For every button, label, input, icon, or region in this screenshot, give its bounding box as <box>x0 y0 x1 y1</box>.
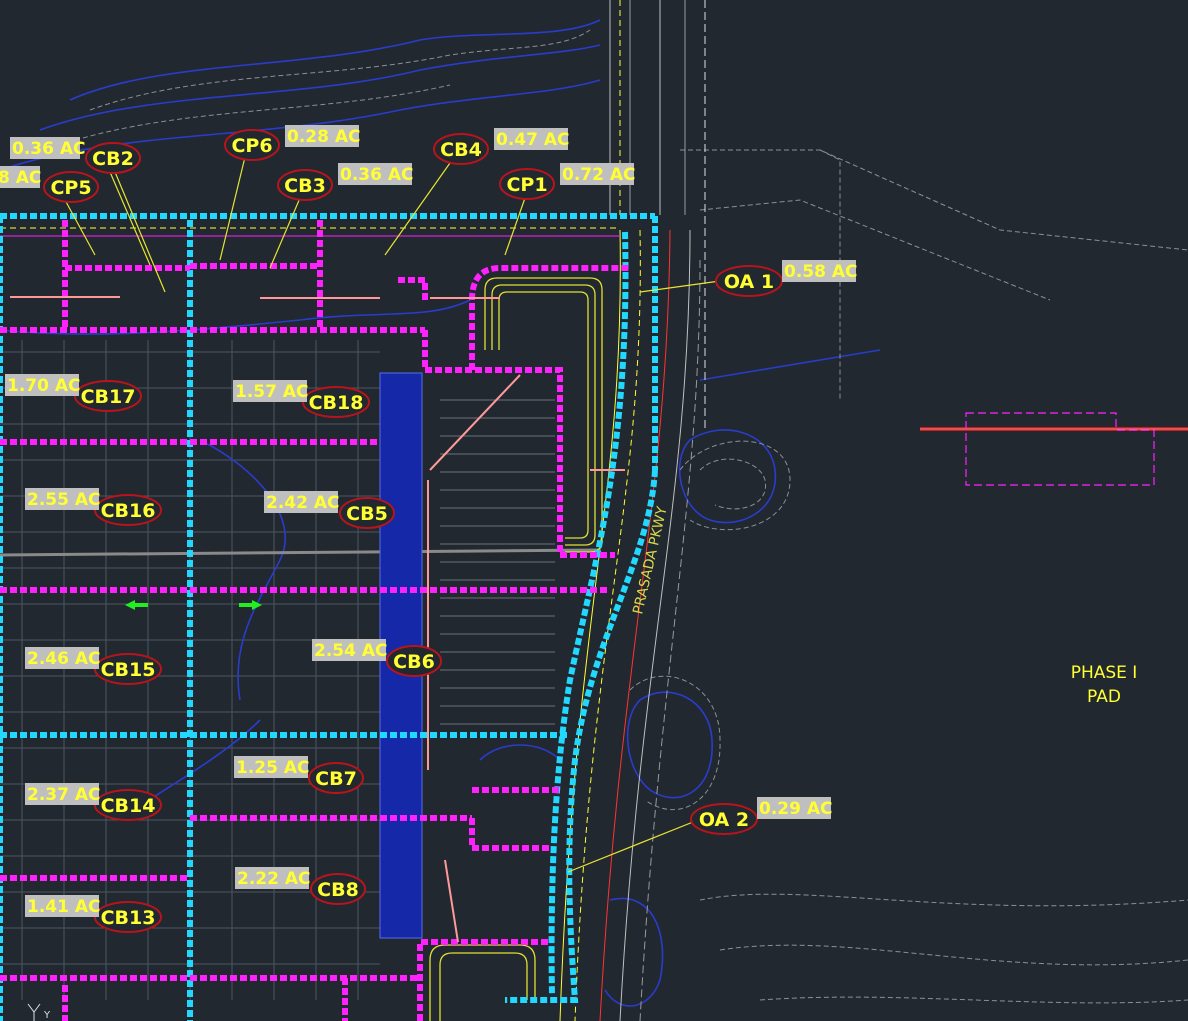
basin-name: CP1 <box>506 174 547 196</box>
area-value: 1.41 AC <box>27 897 101 917</box>
basin-name: CB7 <box>315 768 357 790</box>
basin-name: CB3 <box>284 175 326 197</box>
basin-labels: CB2 CP6 0.28 AC CB4 0.47 AC CP5 CB3 0.36 AC CP1 0… <box>5 125 858 933</box>
basin-label-cb3: CB3 0.36 AC <box>277 163 414 201</box>
basin-label-cb17: CB171.70 AC <box>5 374 142 412</box>
basin-label-cb18: CB181.57 AC <box>233 380 370 418</box>
basin-label-cb14: CB142.37 AC <box>25 783 162 821</box>
basin-label-oa1: OA 1 0.58 AC <box>715 260 858 297</box>
partial-area-label-text: 0.36 AC <box>12 139 86 159</box>
basin-label-cb7: CB71.25 AC <box>234 756 364 794</box>
partial-area-label: 0.36 AC <box>10 137 86 159</box>
flow-arrows <box>125 600 262 610</box>
area-value: 1.25 AC <box>236 758 310 778</box>
basin-label-cp6: CP6 0.28 AC <box>224 125 361 161</box>
basin-label-cb8: CB8 2.22 AC <box>235 867 366 905</box>
phase-pad-label-line2: PAD <box>1087 687 1121 707</box>
ucs-icon <box>27 1003 41 1021</box>
basin-label-cb16: CB162.55 AC <box>25 488 162 526</box>
area-value: 2.37 AC <box>27 785 101 805</box>
area-value: 2.54 AC <box>314 641 388 661</box>
partial-area-label-text: 8 AC <box>0 168 41 188</box>
basin-label-cp1: CP1 0.72 AC <box>499 163 636 200</box>
basin-label-oa2: OA 2 0.29 AC <box>690 797 833 835</box>
area-value: 0.28 AC <box>287 127 361 147</box>
basin-label-cb2: CB2 <box>85 142 141 174</box>
area-value: 0.47 AC <box>496 130 570 150</box>
basin-label-cp5: CP5 <box>43 171 99 203</box>
area-value: 0.29 AC <box>759 799 833 819</box>
drainage-plan-canvas: PRASADA PKWY PHASE I PAD 0.36 AC 8 AC CB… <box>0 0 1188 1021</box>
partial-area-label: 8 AC <box>0 166 41 188</box>
area-value: 2.55 AC <box>27 490 101 510</box>
basin-name: CP6 <box>231 135 272 157</box>
area-value: 0.36 AC <box>340 165 414 185</box>
basin-name: CB15 <box>101 659 156 681</box>
basin-name: CB16 <box>101 500 156 522</box>
drainage-area-map: PRASADA PKWY PHASE I PAD 0.36 AC 8 AC CB… <box>0 0 1188 1021</box>
basin-label-cb15: CB152.46 AC <box>25 647 162 685</box>
basin-name: CB13 <box>101 907 156 929</box>
basin-label-cb13: CB131.41 AC <box>25 895 162 933</box>
basin-name: CB17 <box>81 386 136 408</box>
area-value: 0.58 AC <box>784 262 858 282</box>
area-value: 1.70 AC <box>7 376 81 396</box>
basin-name: CB14 <box>101 795 156 817</box>
basin-name: CP5 <box>50 177 91 199</box>
phase-pad-label-line1: PHASE I <box>1071 663 1138 683</box>
basin-name: CB2 <box>92 148 134 170</box>
basin-name: OA 2 <box>699 809 749 831</box>
area-value: 0.72 AC <box>562 165 636 185</box>
area-value: 2.22 AC <box>237 869 311 889</box>
basin-name: CB4 <box>440 139 482 161</box>
basin-label-cb4: CB4 0.47 AC <box>433 128 570 165</box>
phase-pad-outline <box>965 412 1155 486</box>
area-value: 1.57 AC <box>235 382 309 402</box>
basin-name: CB6 <box>393 651 435 673</box>
area-value: 2.42 AC <box>266 493 340 513</box>
basin-name: CB8 <box>317 879 359 901</box>
area-value: 2.46 AC <box>27 649 101 669</box>
basin-name: OA 1 <box>724 271 774 293</box>
basin-name: CB5 <box>346 503 388 525</box>
basin-name: CB18 <box>309 392 364 414</box>
road-linework <box>0 0 1188 1021</box>
ucs-axis-label: Y <box>43 1010 51 1021</box>
